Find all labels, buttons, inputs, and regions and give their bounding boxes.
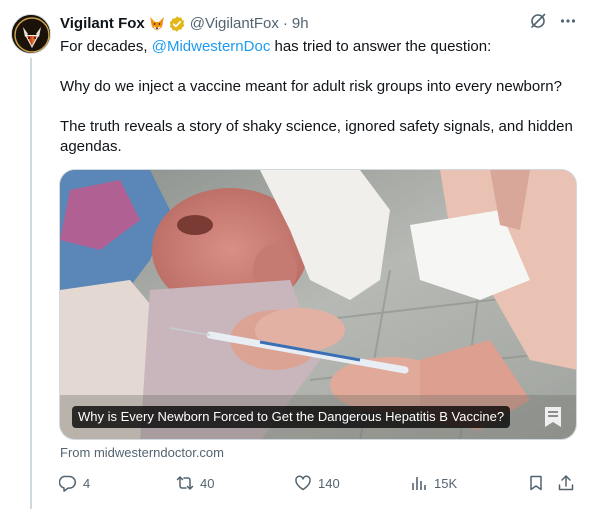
timestamp[interactable]: 9h xyxy=(292,14,309,34)
more-options-icon[interactable] xyxy=(559,12,577,30)
avatar[interactable] xyxy=(11,14,51,54)
tweet-text-prefix: For decades, xyxy=(60,38,152,55)
repost-icon xyxy=(176,474,194,492)
like-count: 140 xyxy=(318,475,340,491)
share-button[interactable] xyxy=(557,473,575,493)
repost-count: 40 xyxy=(200,475,215,491)
heart-icon xyxy=(294,474,312,492)
tweet-paragraph-3: The truth reveals a story of shaky scien… xyxy=(60,118,573,155)
tweet-paragraph-2: Why do we inject a vaccine meant for adu… xyxy=(60,78,562,95)
reply-count: 4 xyxy=(83,475,91,491)
views-button[interactable]: 15K xyxy=(410,473,457,493)
mention-link[interactable]: @MidwesternDoc xyxy=(152,38,271,55)
tweet-card[interactable]: Vigilant Fox @VigilantFox · 9h For decad… xyxy=(0,0,589,509)
thread-line xyxy=(30,58,32,509)
tweet-header: Vigilant Fox @VigilantFox · 9h xyxy=(60,12,577,34)
analytics-icon xyxy=(410,474,428,492)
newborn-vaccination-photo xyxy=(60,170,576,439)
gold-verified-icon[interactable] xyxy=(168,15,186,33)
view-count: 15K xyxy=(434,475,458,491)
handle[interactable]: @VigilantFox xyxy=(190,14,279,34)
link-source[interactable]: From midwesterndoctor.com xyxy=(60,445,224,461)
reply-icon xyxy=(59,474,77,492)
action-bar: 4 40 140 15K xyxy=(59,473,577,493)
fox-icon xyxy=(148,15,166,33)
reply-button[interactable]: 4 xyxy=(59,473,90,493)
like-button[interactable]: 140 xyxy=(294,473,340,493)
article-icon xyxy=(540,404,566,430)
separator-dot: · xyxy=(282,15,288,32)
link-card-image[interactable]: Why is Every Newborn Forced to Get the D… xyxy=(59,169,577,440)
fox-avatar-icon xyxy=(12,15,50,53)
tweet-text-suffix: has tried to answer the question: xyxy=(270,38,492,55)
tweet-text: For decades, @MidwesternDoc has tried to… xyxy=(60,37,580,157)
grok-icon[interactable] xyxy=(529,12,547,30)
link-card-caption[interactable]: Why is Every Newborn Forced to Get the D… xyxy=(72,406,511,428)
share-icon xyxy=(557,474,575,492)
bookmark-icon xyxy=(527,474,545,492)
display-name[interactable]: Vigilant Fox xyxy=(60,14,145,34)
repost-button[interactable]: 40 xyxy=(176,473,214,493)
tweet-paragraph-1: For decades, @MidwesternDoc has tried to… xyxy=(60,37,580,57)
bookmark-button[interactable] xyxy=(527,473,545,493)
